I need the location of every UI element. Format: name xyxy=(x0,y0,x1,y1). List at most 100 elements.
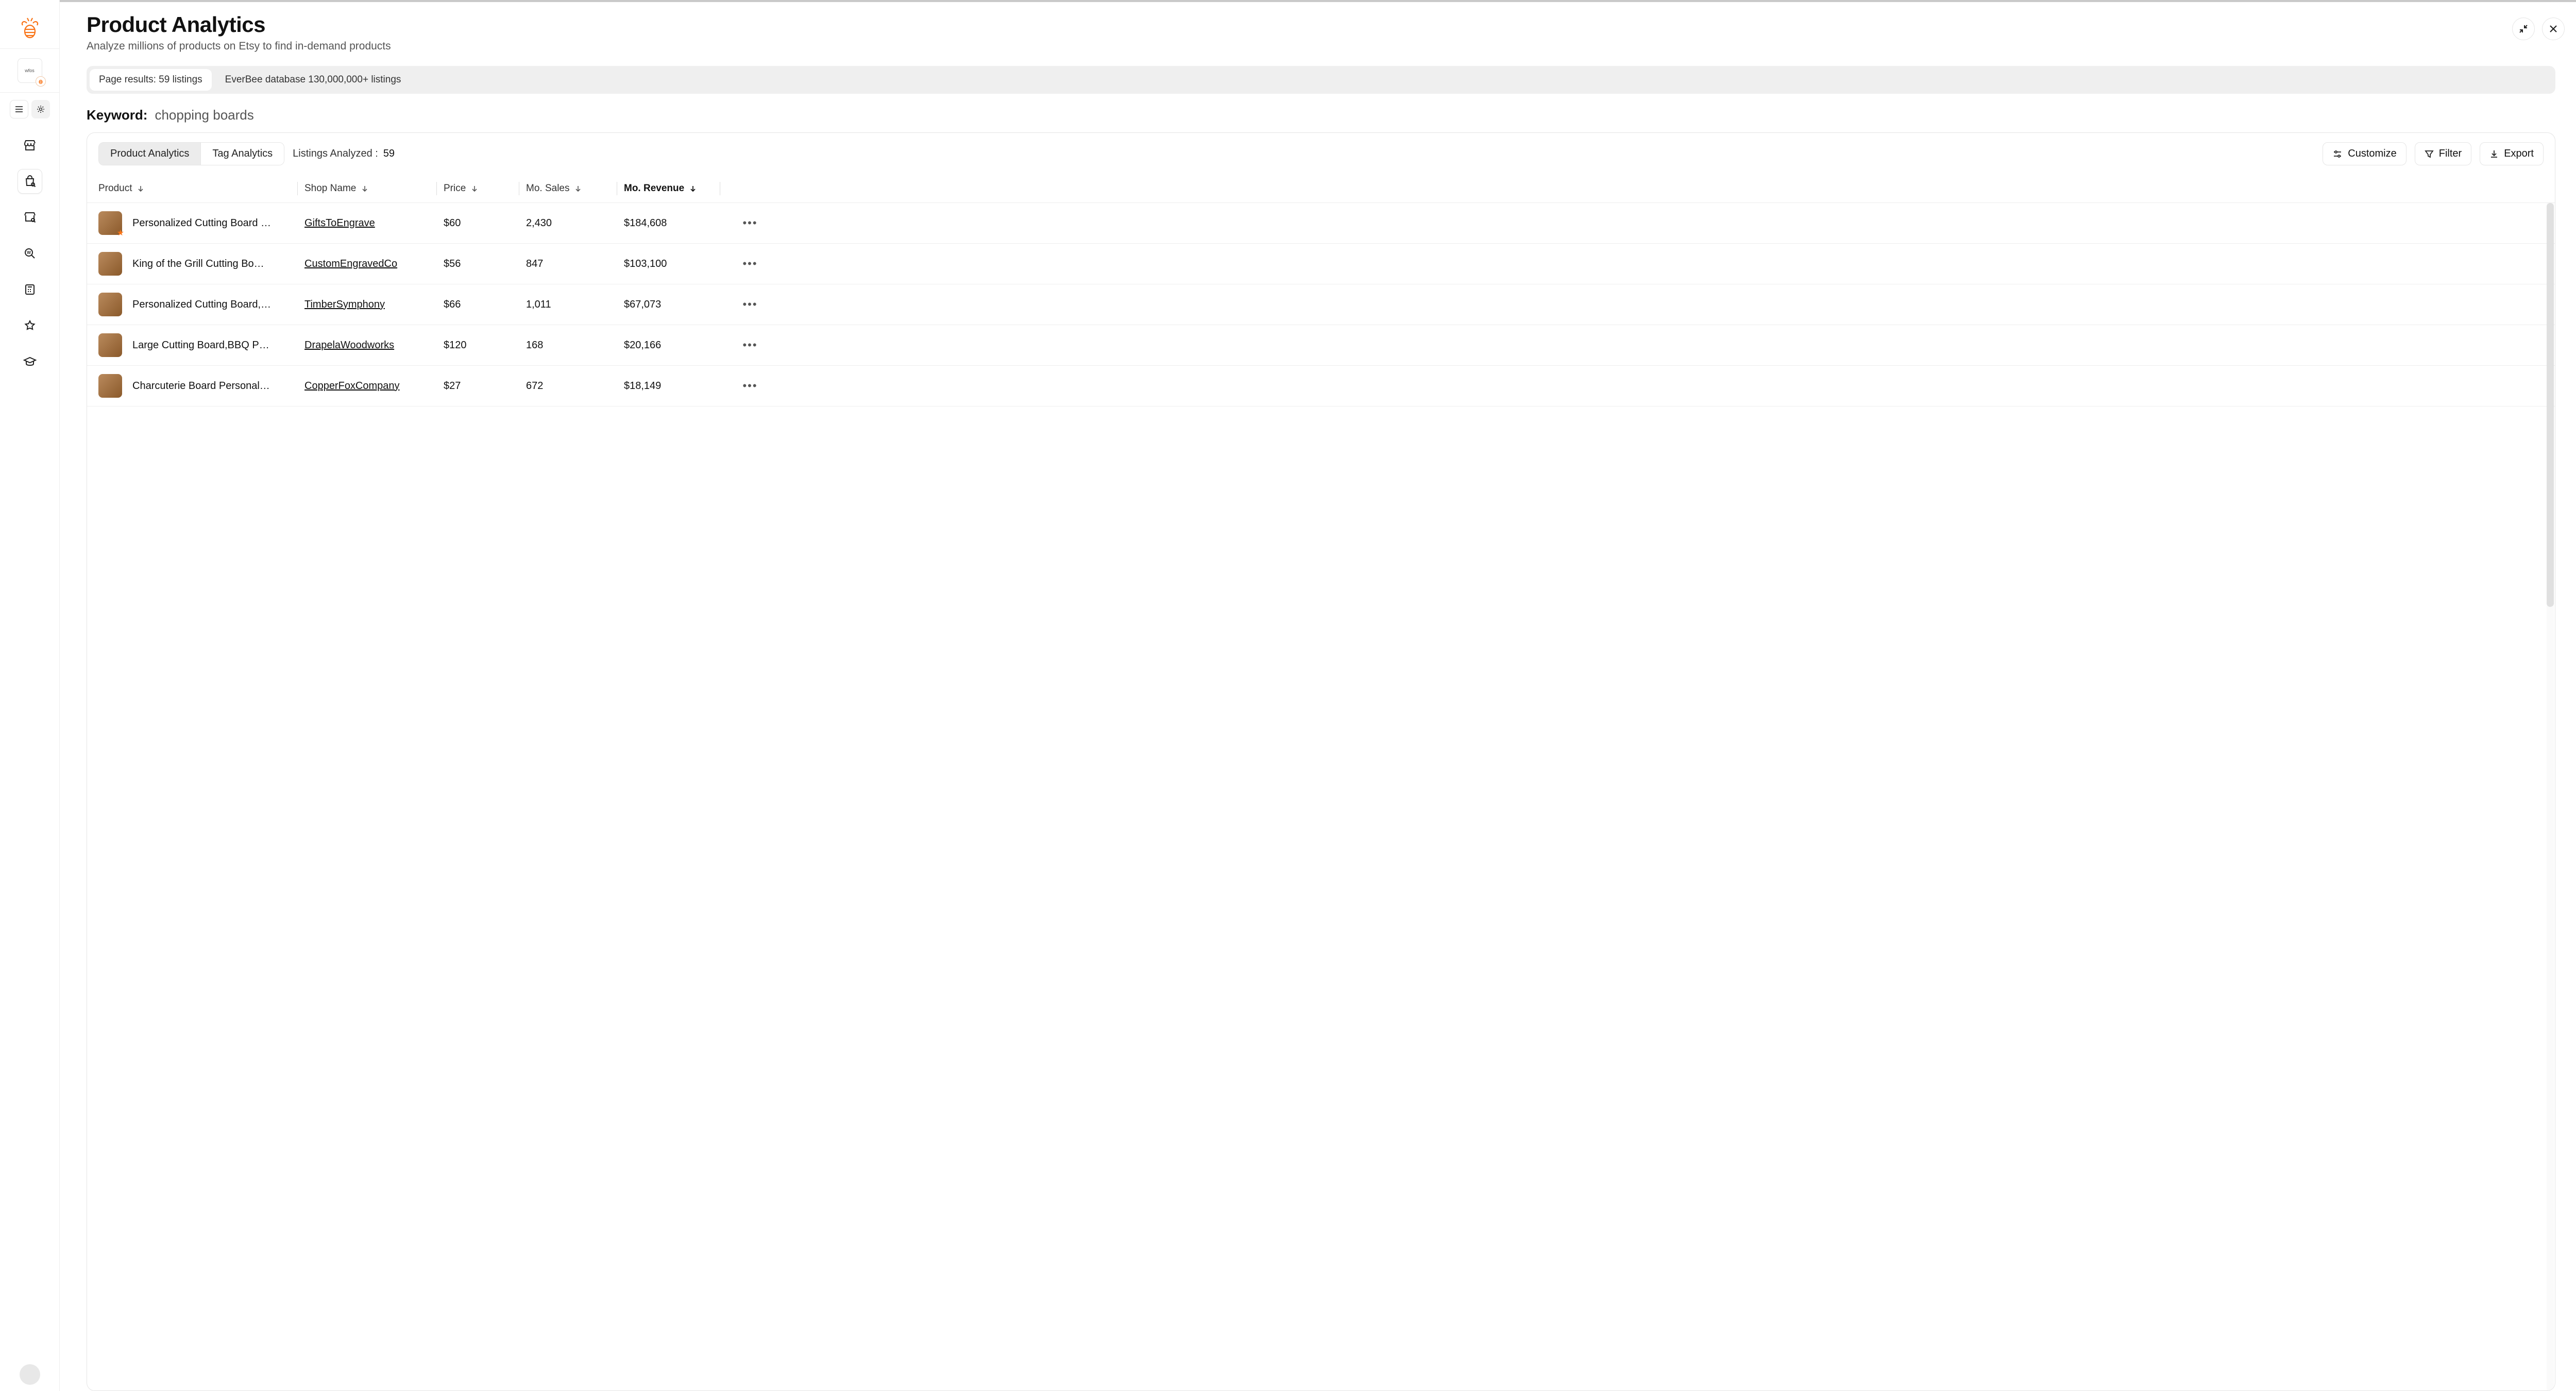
table-row[interactable]: Charcuterie Board Personal… CopperFoxCom… xyxy=(87,366,2555,406)
revenue-cell: $103,100 xyxy=(624,258,727,270)
price-cell: $66 xyxy=(444,299,526,311)
scrollbar-thumb[interactable] xyxy=(2547,203,2554,607)
pill-page-results[interactable]: Page results: 59 listings xyxy=(90,69,212,91)
sidebar: wfos xyxy=(0,0,60,1391)
results-pill-row: Page results: 59 listings EverBee databa… xyxy=(87,66,2555,94)
analytics-tab-group: Product Analytics Tag Analytics xyxy=(98,142,284,165)
table-row[interactable]: Personalized Cutting Board,… TimberSymph… xyxy=(87,284,2555,325)
nav-item-calculator[interactable] xyxy=(18,277,42,302)
col-product-label: Product xyxy=(98,183,132,194)
shop-link[interactable]: GiftsToEngrave xyxy=(304,217,375,229)
price-cell: $120 xyxy=(444,340,526,351)
product-thumb xyxy=(98,374,122,398)
nav-item-favorites[interactable] xyxy=(18,313,42,338)
filter-label: Filter xyxy=(2439,148,2462,160)
col-sales[interactable]: Mo. Sales xyxy=(526,183,624,194)
more-icon: ••• xyxy=(742,216,757,230)
logo-zone xyxy=(0,8,59,48)
minimize-button[interactable] xyxy=(2512,18,2535,40)
sales-cell: 672 xyxy=(526,380,624,392)
product-cell: Personalized Cutting Board … xyxy=(98,211,304,235)
page-subtitle: Analyze millions of products on Etsy to … xyxy=(87,40,2555,53)
close-icon xyxy=(2549,24,2558,33)
shop-cell: CopperFoxCompany xyxy=(304,380,444,392)
shop-link[interactable]: DrapelaWoodworks xyxy=(304,340,394,351)
tab-product-analytics[interactable]: Product Analytics xyxy=(99,143,200,165)
col-price-label: Price xyxy=(444,183,466,194)
store-badge[interactable]: wfos xyxy=(18,58,42,83)
shop-link[interactable]: CustomEngravedCo xyxy=(304,258,397,269)
product-name: Charcuterie Board Personal… xyxy=(132,380,270,392)
revenue-cell: $20,166 xyxy=(624,340,727,351)
user-avatar[interactable] xyxy=(20,1364,40,1385)
mini-bee-icon xyxy=(36,76,46,87)
results-panel: Product Analytics Tag Analytics Listings… xyxy=(87,132,2555,1391)
nav-toggle-group xyxy=(5,93,55,126)
row-actions[interactable]: ••• xyxy=(727,379,773,393)
menu-toggle-button[interactable] xyxy=(10,100,28,118)
nav-list: W xyxy=(0,126,59,374)
vertical-scrollbar[interactable] xyxy=(2547,203,2554,1390)
row-actions[interactable]: ••• xyxy=(727,338,773,352)
filter-icon xyxy=(2425,149,2434,159)
download-icon xyxy=(2489,149,2499,159)
table-header: Product Shop Name Price xyxy=(87,175,2555,203)
listings-analyzed-label: Listings Analyzed : xyxy=(293,148,378,160)
nav-item-learn[interactable] xyxy=(18,349,42,374)
arrow-down-icon xyxy=(137,185,144,192)
nav-item-shop-search[interactable] xyxy=(18,205,42,230)
table-row[interactable]: Large Cutting Board,BBQ P… DrapelaWoodwo… xyxy=(87,325,2555,366)
col-shop[interactable]: Shop Name xyxy=(304,183,444,194)
row-actions[interactable]: ••• xyxy=(727,298,773,311)
table-row[interactable]: King of the Grill Cutting Bo… CustomEngr… xyxy=(87,244,2555,284)
bag-search-icon xyxy=(23,175,37,188)
filter-button[interactable]: Filter xyxy=(2415,142,2471,165)
nav-item-bag-search[interactable] xyxy=(18,169,42,194)
arrow-down-icon xyxy=(471,185,478,192)
shop-link[interactable]: TimberSymphony xyxy=(304,299,385,310)
product-name: Large Cutting Board,BBQ P… xyxy=(132,340,269,351)
gear-icon xyxy=(36,105,45,114)
results-table: Product Shop Name Price xyxy=(87,175,2555,1390)
col-revenue[interactable]: Mo. Revenue xyxy=(624,183,727,194)
price-cell: $60 xyxy=(444,217,526,229)
main-content: Product Analytics Analyze millions of pr… xyxy=(60,0,2576,1391)
settings-toggle-button[interactable] xyxy=(31,100,50,118)
svg-text:W: W xyxy=(27,250,31,255)
shop-link[interactable]: CopperFoxCompany xyxy=(304,380,400,392)
nav-item-store[interactable] xyxy=(18,133,42,158)
tab-product-analytics-label: Product Analytics xyxy=(110,148,189,159)
price-cell: $27 xyxy=(444,380,526,392)
bee-logo-icon xyxy=(18,16,42,41)
hamburger-icon xyxy=(14,105,24,114)
revenue-cell: $67,073 xyxy=(624,299,727,311)
product-name: Personalized Cutting Board … xyxy=(132,217,271,229)
collapse-icon xyxy=(2518,24,2529,34)
export-button[interactable]: Export xyxy=(2480,142,2544,165)
sales-cell: 168 xyxy=(526,340,624,351)
row-actions[interactable]: ••• xyxy=(727,216,773,230)
more-icon: ••• xyxy=(742,338,757,352)
store-badge-label: wfos xyxy=(25,68,35,73)
tab-tag-analytics[interactable]: Tag Analytics xyxy=(200,143,284,165)
sales-cell: 2,430 xyxy=(526,217,624,229)
nav-item-keyword[interactable]: W xyxy=(18,241,42,266)
product-name: Personalized Cutting Board,… xyxy=(132,299,271,311)
close-button[interactable] xyxy=(2542,18,2565,40)
table-row[interactable]: Personalized Cutting Board … GiftsToEngr… xyxy=(87,203,2555,244)
more-icon: ••• xyxy=(742,298,757,311)
product-cell: Personalized Cutting Board,… xyxy=(98,293,304,316)
product-thumb xyxy=(98,293,122,316)
product-name: King of the Grill Cutting Bo… xyxy=(132,258,264,270)
shop-cell: DrapelaWoodworks xyxy=(304,340,444,351)
product-thumb xyxy=(98,211,122,235)
customize-label: Customize xyxy=(2348,148,2396,160)
col-price[interactable]: Price xyxy=(444,183,526,194)
col-product[interactable]: Product xyxy=(98,183,304,194)
store-badge-zone: wfos xyxy=(0,48,59,93)
product-thumb xyxy=(98,333,122,357)
pill-database[interactable]: EverBee database 130,000,000+ listings xyxy=(216,69,411,91)
row-actions[interactable]: ••• xyxy=(727,257,773,270)
customize-button[interactable]: Customize xyxy=(2323,142,2406,165)
storefront-icon xyxy=(23,139,37,152)
